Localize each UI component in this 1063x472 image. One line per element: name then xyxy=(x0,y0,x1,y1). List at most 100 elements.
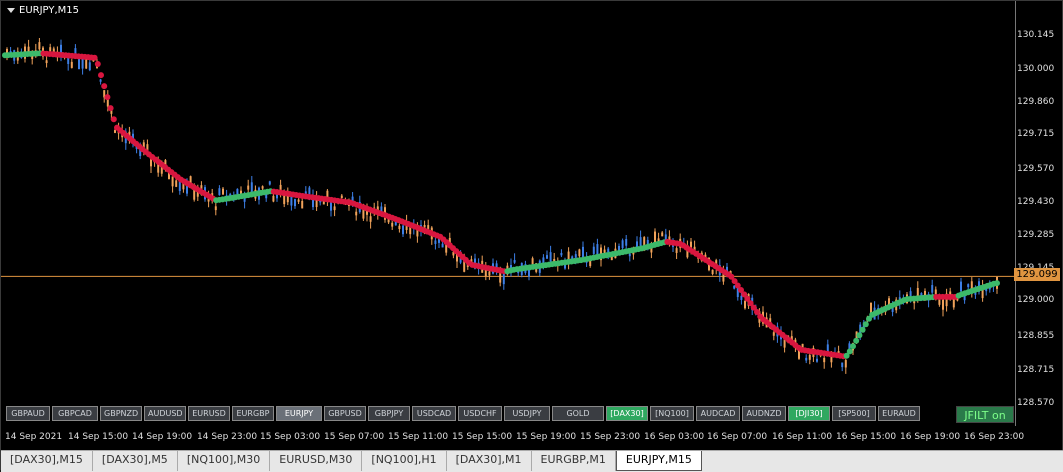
symbol-button[interactable]: USDCHF xyxy=(458,406,502,421)
symbol-button[interactable]: GOLD xyxy=(552,406,604,421)
symbol-button[interactable]: [DJI30] xyxy=(788,406,830,421)
dropdown-icon[interactable] xyxy=(7,8,15,13)
candle-body xyxy=(423,225,426,228)
symbol-button-bar: GBPAUD GBPCAD GBPNZD AUDUSD EURUSD EURGBP EURJ… xyxy=(6,406,920,421)
time-axis-label: 14 Sep 23:00 xyxy=(197,432,258,442)
candle-body xyxy=(88,62,91,71)
candle-body xyxy=(488,271,491,276)
candle-body xyxy=(628,253,631,257)
candle-body xyxy=(664,234,667,240)
chart-tab[interactable]: [NQ100],H1 xyxy=(362,451,447,471)
candle-body xyxy=(574,254,577,258)
candle-body xyxy=(171,176,174,187)
candle-body xyxy=(772,332,775,336)
candle-body xyxy=(952,299,955,308)
symbol-button[interactable]: USDJPY xyxy=(504,406,550,421)
candle-body xyxy=(369,216,372,222)
candle-body xyxy=(513,260,516,263)
chart-title[interactable]: EURJPY,M15 xyxy=(7,5,79,16)
time-axis-label: 14 Sep 2021 xyxy=(5,432,63,442)
symbol-button[interactable]: AUDNZD xyxy=(742,406,786,421)
symbol-button[interactable]: EURAUD xyxy=(878,406,920,421)
chart-title-label: EURJPY,M15 xyxy=(19,5,79,16)
candle-body xyxy=(214,206,217,211)
candle-body xyxy=(193,189,196,200)
time-axis-label: 16 Sep 07:00 xyxy=(707,432,768,442)
symbol-button[interactable]: GBPJPY xyxy=(368,406,410,421)
symbol-button[interactable]: GBPUSD xyxy=(324,406,366,421)
time-axis-label: 15 Sep 03:00 xyxy=(260,432,321,442)
current-price-tag: 129.099 xyxy=(1014,268,1060,281)
symbol-button[interactable]: GBPCAD xyxy=(52,406,98,421)
chart-tab[interactable]: [NQ100],M30 xyxy=(178,451,271,471)
time-axis-label: 15 Sep 07:00 xyxy=(324,432,385,442)
price-level-label: 129.860 xyxy=(1017,97,1055,107)
candle-body xyxy=(870,302,872,314)
symbol-button[interactable]: EURJPY xyxy=(276,406,322,421)
candle-body xyxy=(81,58,84,69)
candle-body xyxy=(394,221,397,226)
candle-body xyxy=(398,225,401,230)
price-chart[interactable] xyxy=(1,1,1014,426)
candle-body xyxy=(808,354,811,360)
time-axis-label: 15 Sep 15:00 xyxy=(452,432,513,442)
symbol-button[interactable]: [DAX30] xyxy=(606,406,648,421)
symbol-button[interactable]: AUDCAD xyxy=(696,406,740,421)
candle-body xyxy=(711,269,714,275)
candle-body xyxy=(272,195,275,202)
price-level-label: 130.145 xyxy=(1017,30,1055,40)
candle-body xyxy=(99,79,102,82)
symbol-button[interactable]: EURUSD xyxy=(188,406,230,421)
candle-body xyxy=(621,240,624,249)
candle-body xyxy=(502,273,505,285)
candle-body xyxy=(661,232,664,237)
candle-body xyxy=(549,252,552,262)
symbol-button[interactable]: GBPAUD xyxy=(6,406,50,421)
candle-body xyxy=(603,249,606,253)
candle-body xyxy=(805,357,808,361)
symbol-button[interactable]: EURGBP xyxy=(232,406,274,421)
candle-body xyxy=(931,285,934,293)
filter-dot xyxy=(101,83,108,90)
candle-body xyxy=(175,180,178,187)
filter-dot xyxy=(94,61,101,68)
symbol-button[interactable]: [SP500] xyxy=(832,406,876,421)
candle-body xyxy=(222,188,224,195)
chart-tabs-bar: [DAX30],M15 [DAX30],M5 [NQ100],M30 EURUSD,M… xyxy=(1,450,1063,472)
jfilt-toggle-button[interactable]: JFILT on xyxy=(956,406,1014,423)
symbol-button[interactable]: GBPNZD xyxy=(100,406,142,421)
candle-body xyxy=(841,362,844,368)
candle-body xyxy=(261,186,264,189)
chart-tab[interactable]: [DAX30],M1 xyxy=(447,451,532,471)
candle-body xyxy=(178,181,181,192)
time-axis-label: 15 Sep 11:00 xyxy=(388,432,449,442)
candle-body xyxy=(362,209,365,219)
chart-tab[interactable]: EURUSD,M30 xyxy=(270,451,363,471)
candle-body xyxy=(596,244,599,256)
chart-tab[interactable]: EURGBP,M1 xyxy=(532,451,616,471)
price-level-label: 129.570 xyxy=(1017,164,1055,174)
time-axis-label: 15 Sep 23:00 xyxy=(580,432,641,442)
time-axis-label: 16 Sep 03:00 xyxy=(644,432,705,442)
filter-dot xyxy=(98,72,104,79)
symbol-button[interactable]: USDCAD xyxy=(412,406,456,421)
candle-body xyxy=(744,301,746,309)
symbol-button[interactable]: AUDUSD xyxy=(144,406,186,421)
chart-tab[interactable]: [DAX30],M5 xyxy=(93,451,178,471)
chart-window[interactable]: EURJPY,M15 130.145 130.000 129.860 129.715 1… xyxy=(0,0,1063,472)
price-level-label: 128.855 xyxy=(1017,331,1055,341)
candle-body xyxy=(592,246,595,254)
chart-tab[interactable]: EURJPY,M15 xyxy=(615,451,702,471)
filter-dot xyxy=(994,280,1000,287)
candle-body xyxy=(560,252,563,256)
candle-body xyxy=(45,60,48,64)
candle-body xyxy=(582,246,584,258)
price-level-label: 128.715 xyxy=(1017,365,1055,375)
candle-body xyxy=(38,42,41,50)
price-level-label: 129.715 xyxy=(1017,129,1055,139)
symbol-button[interactable]: [NQ100] xyxy=(650,406,694,421)
candle-body xyxy=(402,225,404,235)
candle-body xyxy=(578,249,581,257)
time-axis-label: 16 Sep 23:00 xyxy=(964,432,1025,442)
chart-tab[interactable]: [DAX30],M15 xyxy=(1,451,93,471)
